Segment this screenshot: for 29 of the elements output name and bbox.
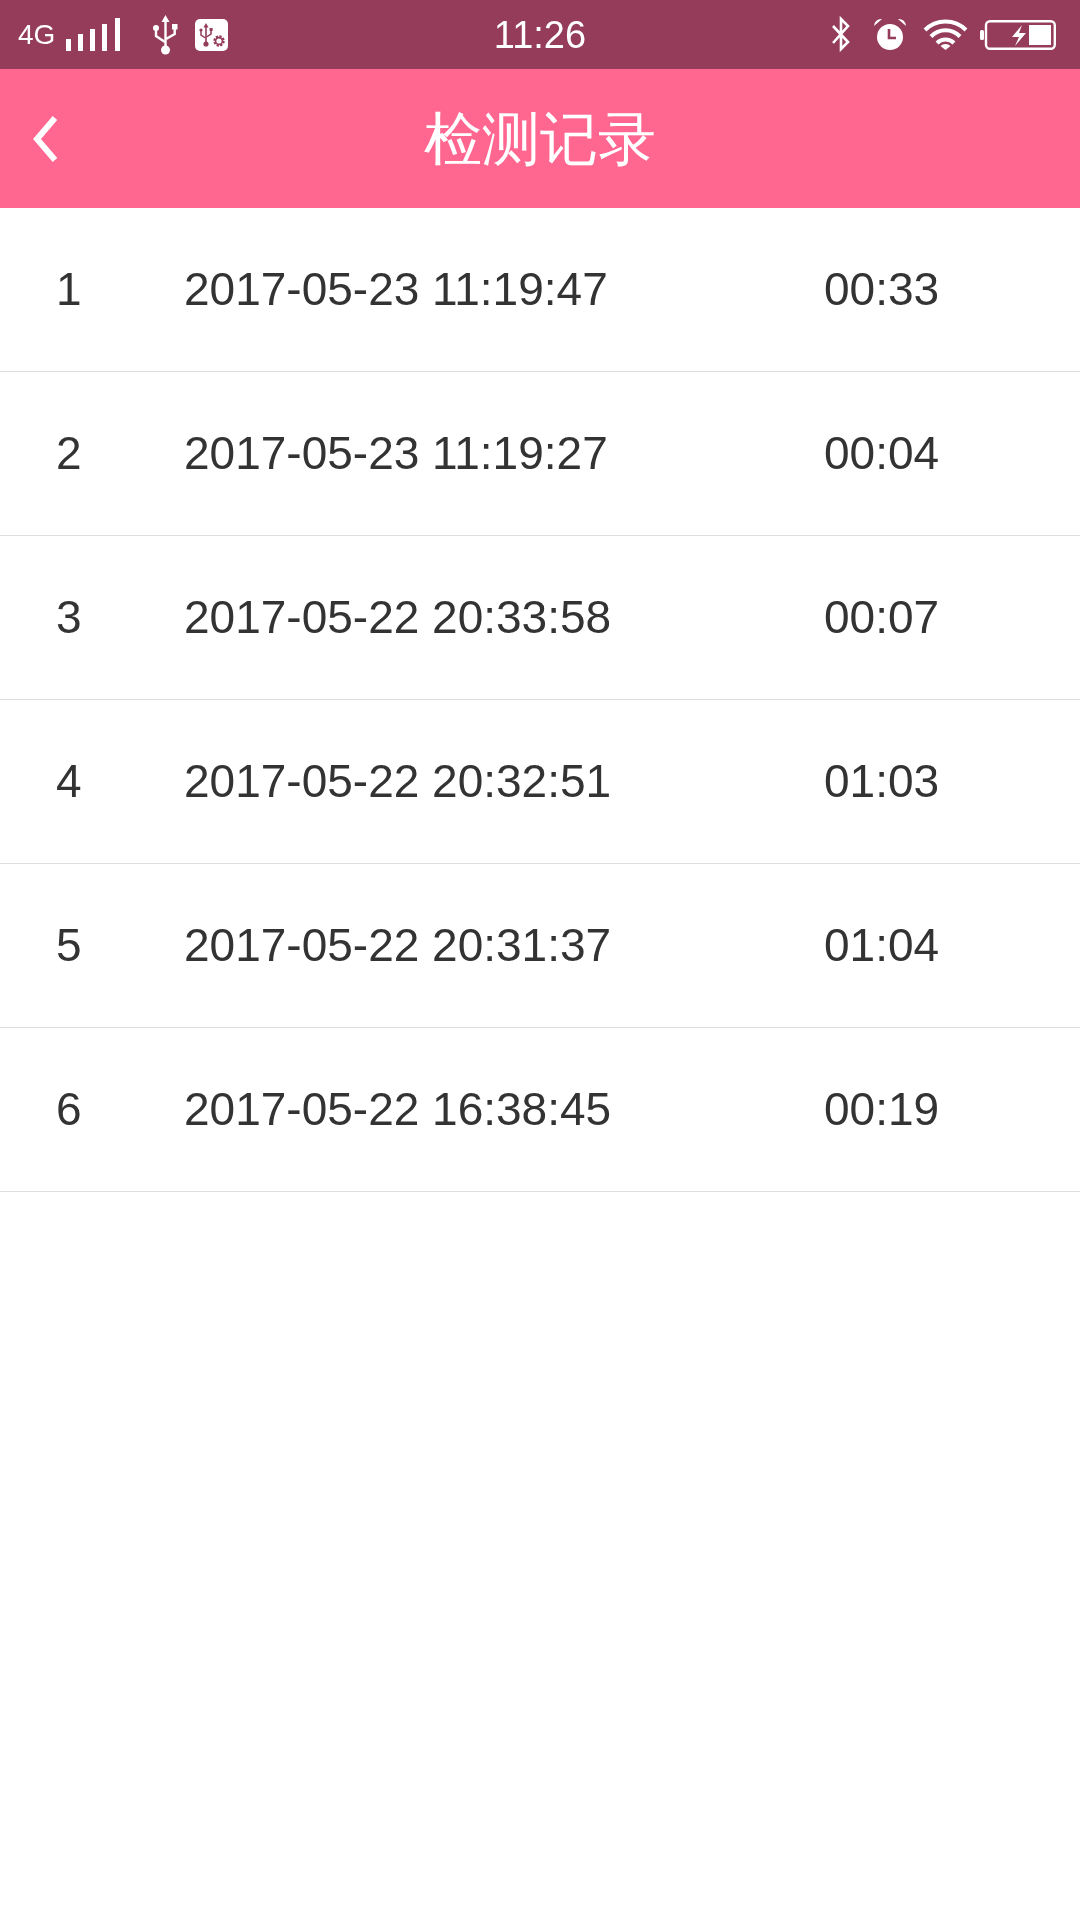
record-duration: 00:04 xyxy=(824,425,940,481)
signal-icon xyxy=(66,18,121,51)
record-index: 5 xyxy=(56,917,82,973)
record-datetime: 2017-05-22 20:32:51 xyxy=(184,753,612,809)
record-duration: 01:03 xyxy=(824,753,940,809)
record-duration: 00:33 xyxy=(824,261,940,317)
clock-time: 11:26 xyxy=(493,15,587,54)
record-index: 3 xyxy=(56,589,82,645)
record-datetime: 2017-05-22 20:33:58 xyxy=(184,589,612,645)
record-duration: 00:19 xyxy=(824,1081,940,1137)
record-datetime: 2017-05-23 11:19:47 xyxy=(184,261,608,317)
record-datetime: 2017-05-23 11:19:27 xyxy=(184,425,608,481)
bluetooth-icon xyxy=(830,15,852,54)
wifi-icon xyxy=(923,19,968,50)
network-type: 4G xyxy=(18,20,56,49)
record-datetime: 2017-05-22 16:38:45 xyxy=(184,1081,612,1137)
page-title: 检测记录 xyxy=(424,104,656,173)
usb-settings-icon xyxy=(195,18,229,51)
chevron-left-icon xyxy=(32,114,59,163)
record-datetime: 2017-05-22 20:31:37 xyxy=(184,917,612,973)
record-duration: 01:04 xyxy=(824,917,940,973)
record-index: 2 xyxy=(56,425,82,481)
record-duration: 00:07 xyxy=(824,589,940,645)
alarm-clock-icon xyxy=(873,18,907,51)
record-index: 4 xyxy=(56,753,82,809)
record-index: 6 xyxy=(56,1081,82,1137)
battery-icon xyxy=(980,19,1056,50)
usb-icon xyxy=(153,14,179,55)
record-index: 1 xyxy=(56,261,82,317)
